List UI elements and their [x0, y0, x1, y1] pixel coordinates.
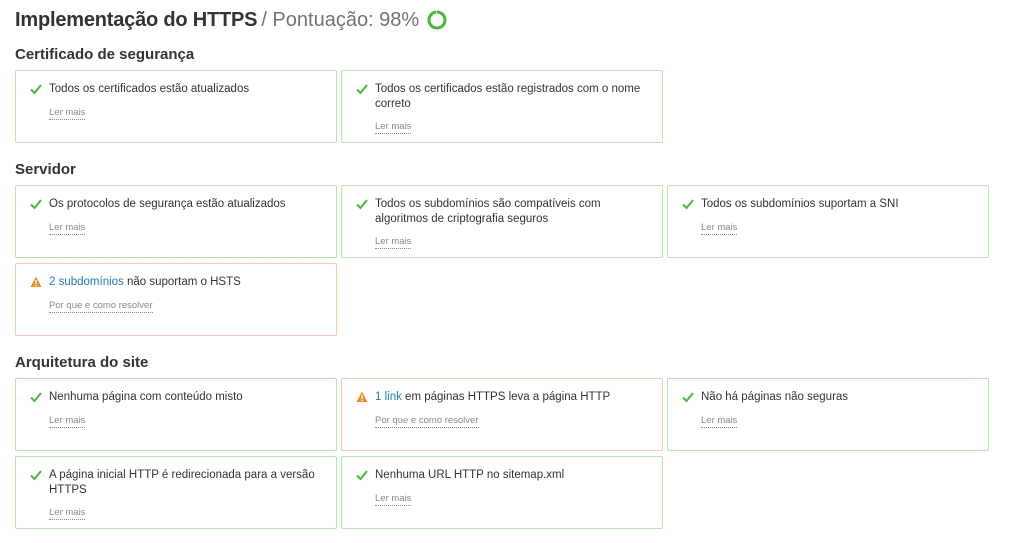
check-text: Todos os subdomínios suportam a SNI	[701, 198, 899, 210]
check-text: Todos os certificados estão registrados …	[375, 83, 641, 110]
check-text: Nenhuma URL HTTP no sitemap.xml	[375, 469, 565, 481]
check-text: Não há páginas não seguras	[701, 391, 849, 403]
check-card: Todos os subdomínios suportam a SNI Ler …	[667, 185, 989, 258]
check-icon	[356, 470, 368, 481]
read-more-link[interactable]: Ler mais	[375, 493, 412, 506]
check-icon	[30, 392, 42, 403]
score-text: / Pontuação: 98%	[261, 8, 420, 31]
read-more-link[interactable]: Ler mais	[375, 236, 412, 249]
check-card: Nenhuma página com conteúdo misto Ler ma…	[15, 378, 337, 451]
check-icon	[30, 199, 42, 210]
section-title-certificate: Certificado de segurança	[15, 46, 195, 63]
check-card: Todos os certificados estão registrados …	[341, 70, 663, 143]
check-card: Todos os subdomínios são compatíveis com…	[341, 185, 663, 258]
check-icon	[682, 199, 694, 210]
warning-message: não suportam o HSTS	[123, 276, 241, 288]
read-more-link[interactable]: Ler mais	[49, 507, 86, 520]
check-icon	[30, 470, 42, 481]
check-text: A página inicial HTTP é redirecionada pa…	[49, 469, 315, 496]
why-how-to-fix-link[interactable]: Por que e como resolver	[49, 300, 153, 313]
check-card: Não há páginas não seguras Ler mais	[667, 378, 989, 451]
score-ring-icon	[427, 10, 447, 30]
report-header: Implementação do HTTPS / Pontuação: 98%	[15, 6, 447, 34]
warning-message: em páginas HTTPS leva a página HTTP	[401, 391, 611, 403]
warning-card: 1 link em páginas HTTPS leva a página HT…	[341, 378, 663, 451]
why-how-to-fix-link[interactable]: Por que e como resolver	[375, 415, 479, 428]
check-text: Todos os certificados estão atualizados	[49, 83, 250, 95]
page-title: Implementação do HTTPS	[15, 8, 258, 31]
subdomains-link[interactable]: 2 subdomínios	[49, 276, 124, 288]
warning-card: 2 subdomínios não suportam o HSTS Por qu…	[15, 263, 337, 336]
section-title-architecture: Arquitetura do site	[15, 354, 149, 371]
read-more-link[interactable]: Ler mais	[375, 121, 412, 134]
check-card: Os protocolos de segurança estão atualiz…	[15, 185, 337, 258]
check-text: Todos os subdomínios são compatíveis com…	[375, 198, 601, 225]
check-card: Nenhuma URL HTTP no sitemap.xml Ler mais	[341, 456, 663, 529]
check-text: Os protocolos de segurança estão atualiz…	[49, 198, 286, 210]
check-icon	[356, 199, 368, 210]
warning-icon	[356, 391, 368, 402]
warning-text: 1 link em páginas HTTPS leva a página HT…	[375, 390, 648, 405]
read-more-link[interactable]: Ler mais	[49, 415, 86, 428]
check-card: A página inicial HTTP é redirecionada pa…	[15, 456, 337, 529]
http-link-count[interactable]: 1 link	[375, 391, 402, 403]
warning-text: 2 subdomínios não suportam o HSTS	[49, 275, 322, 290]
warning-icon	[30, 276, 42, 287]
read-more-link[interactable]: Ler mais	[701, 222, 738, 235]
check-icon	[682, 392, 694, 403]
check-icon	[30, 84, 42, 95]
check-text: Nenhuma página com conteúdo misto	[49, 391, 243, 403]
read-more-link[interactable]: Ler mais	[49, 107, 86, 120]
section-title-server: Servidor	[15, 161, 76, 178]
check-icon	[356, 84, 368, 95]
read-more-link[interactable]: Ler mais	[701, 415, 738, 428]
check-card: Todos os certificados estão atualizados …	[15, 70, 337, 143]
read-more-link[interactable]: Ler mais	[49, 222, 86, 235]
